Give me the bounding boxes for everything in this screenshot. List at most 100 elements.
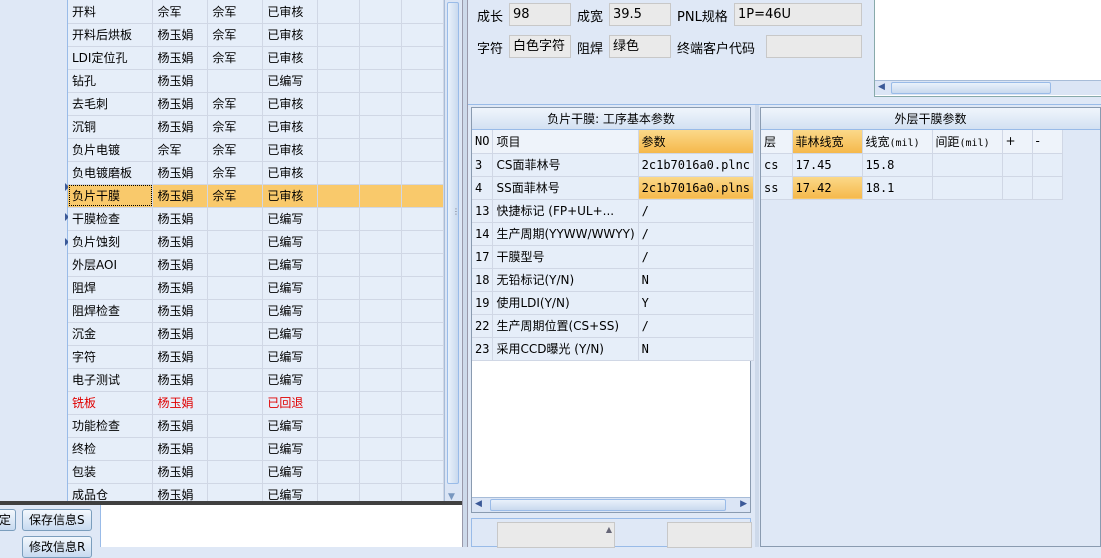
extra-cell[interactable] [401,391,444,415]
extra-cell[interactable] [317,460,361,484]
process-name-cell[interactable]: 沉金 [68,322,154,346]
status-cell[interactable]: 已编写 [262,368,319,392]
status-cell[interactable]: 已审核 [262,46,319,70]
reviewer-cell[interactable] [207,345,264,369]
process-name-cell[interactable]: 负片蚀刻 [68,230,154,254]
author-cell[interactable]: 杨玉娟 [152,276,209,300]
minus-cell[interactable] [1032,176,1063,200]
extra-cell[interactable] [317,161,361,185]
add-column-button[interactable]: + [1002,130,1033,154]
author-cell[interactable]: 杨玉娟 [152,230,209,254]
author-cell[interactable]: 杨玉娟 [152,207,209,231]
lower-field-2[interactable] [667,522,752,548]
status-cell[interactable]: 已编写 [262,345,319,369]
line-width-cell[interactable]: 18.1 [862,176,933,200]
film-width-cell[interactable]: 17.42 [792,176,863,200]
extra-cell[interactable] [359,391,403,415]
notes-area[interactable] [100,505,462,547]
process-name-cell[interactable]: 电子测试 [68,368,154,392]
layer-cell[interactable]: cs [761,153,793,177]
extra-cell[interactable] [359,115,403,139]
param-row[interactable]: 14 生产周期(YYWW/WWYY) / [472,222,755,246]
reviewer-cell[interactable] [207,207,264,231]
process-name-cell[interactable]: 功能检查 [68,414,154,438]
reviewer-cell[interactable]: 佘军 [207,23,264,47]
author-cell[interactable]: 杨玉娟 [152,184,209,208]
process-name-cell[interactable]: 包装 [68,460,154,484]
param-row[interactable]: 17 干膜型号 / [472,245,755,269]
reviewer-cell[interactable]: 佘军 [207,92,264,116]
scroll-left-arrow-icon[interactable]: ◀ [878,82,885,92]
process-name-cell[interactable]: 负片干膜 [68,184,154,208]
line-width-cell[interactable]: 15.8 [862,153,933,177]
extra-cell[interactable] [317,46,361,70]
status-cell[interactable]: 已审核 [262,92,319,116]
extra-cell[interactable] [359,92,403,116]
process-row[interactable]: 字符 杨玉娟 已编写 [68,345,444,369]
scroll-thumb[interactable] [891,82,1051,94]
param-row[interactable]: 18 无铅标记(Y/N) N [472,268,755,292]
reviewer-cell[interactable]: 佘军 [207,115,264,139]
author-cell[interactable]: 杨玉娟 [152,391,209,415]
col-header-film-width[interactable]: 菲林线宽 [792,130,863,154]
author-cell[interactable]: 杨玉娟 [152,345,209,369]
status-cell[interactable]: 已审核 [262,23,319,47]
modify-info-button[interactable]: 修改信息R [22,536,93,558]
extra-cell[interactable] [359,299,403,323]
col-header-param[interactable]: 参数 [638,130,755,154]
process-name-cell[interactable]: 终检 [68,437,154,461]
col-header-spacing[interactable]: 间距(mil) [932,130,1003,154]
col-header-line-width[interactable]: 线宽(mil) [862,130,933,154]
extra-cell[interactable] [317,23,361,47]
process-row[interactable]: 负片蚀刻 杨玉娟 已编写 [68,230,444,254]
reviewer-cell[interactable] [207,414,264,438]
reviewer-cell[interactable] [207,69,264,93]
reviewer-cell[interactable] [207,276,264,300]
status-cell[interactable]: 已审核 [262,138,319,162]
extra-cell[interactable] [359,414,403,438]
plus-cell[interactable] [1002,176,1033,200]
reviewer-cell[interactable]: 佘军 [207,184,264,208]
reviewer-cell[interactable] [207,253,264,277]
extra-cell[interactable] [401,138,444,162]
zifu-field[interactable]: 白色字符 [509,35,571,58]
zuhan-field[interactable]: 绿色 [609,35,671,58]
status-cell[interactable]: 已编写 [262,299,319,323]
extra-cell[interactable] [317,414,361,438]
reviewer-cell[interactable] [207,230,264,254]
author-cell[interactable]: 杨玉娟 [152,322,209,346]
scroll-thumb[interactable] [490,499,726,511]
process-name-cell[interactable]: 阻焊检查 [68,299,154,323]
extra-cell[interactable] [401,322,444,346]
process-row[interactable]: 去毛刺 杨玉娟 佘军 已审核 [68,92,444,116]
remove-column-button[interactable]: - [1032,130,1063,154]
author-cell[interactable]: 佘军 [152,0,209,24]
extra-cell[interactable] [359,184,403,208]
author-cell[interactable]: 杨玉娟 [152,23,209,47]
extra-cell[interactable] [359,322,403,346]
process-row[interactable]: 开料后烘板 杨玉娟 佘军 已审核 [68,23,444,47]
col-header-item[interactable]: 项目 [492,130,639,154]
param-value-cell[interactable]: / [638,222,755,246]
vertical-splitter[interactable] [462,0,468,547]
extra-cell[interactable] [317,138,361,162]
extra-cell[interactable] [401,92,444,116]
extra-cell[interactable] [317,184,361,208]
cheng-kuan-field[interactable]: 39.5 [609,3,671,26]
process-row[interactable]: 包装 杨玉娟 已编写 [68,460,444,484]
process-name-cell[interactable]: 铣板 [68,391,154,415]
extra-cell[interactable] [317,92,361,116]
status-cell[interactable]: 已编写 [262,69,319,93]
author-cell[interactable]: 杨玉娟 [152,253,209,277]
author-cell[interactable]: 杨玉娟 [152,46,209,70]
status-cell[interactable]: 已审核 [262,115,319,139]
param-value-cell[interactable]: / [638,199,755,223]
param-row[interactable]: 4 SS面菲林号 2c1b7016a0.plns [472,176,755,200]
customer-code-field[interactable] [766,35,862,58]
status-cell[interactable]: 已编写 [262,460,319,484]
extra-cell[interactable] [401,299,444,323]
extra-cell[interactable] [359,161,403,185]
confirm-button[interactable]: 定 [0,509,16,531]
process-row[interactable]: 阻焊 杨玉娟 已编写 [68,276,444,300]
params-hscrollbar[interactable]: ◀ ▶ [472,497,750,512]
